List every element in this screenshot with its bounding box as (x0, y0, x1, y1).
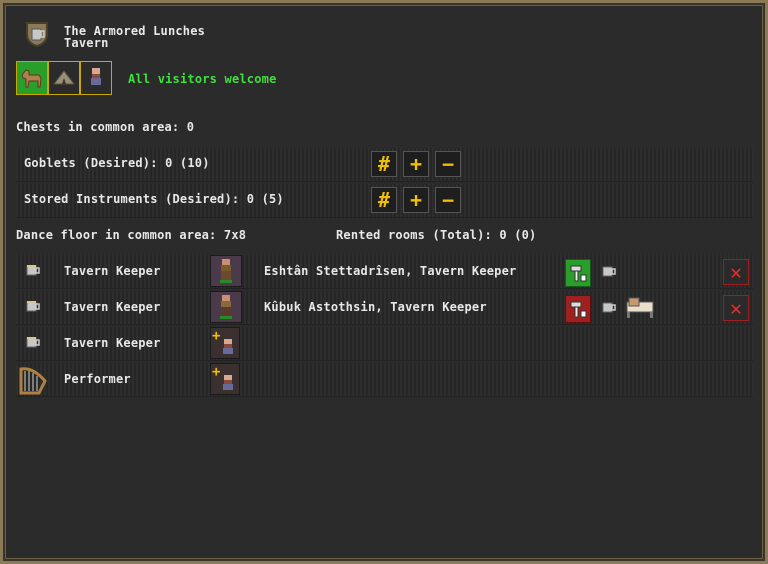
dwarf-icon (220, 338, 236, 359)
bed-icon (625, 294, 655, 323)
labor-disabled-hammer-icon[interactable] (565, 295, 591, 323)
position-role: Tavern Keeper (64, 300, 161, 314)
goblets-plus-button[interactable]: + (403, 151, 429, 177)
assignee-name: Eshtân Stettadrîsen, Tavern Keeper (264, 264, 517, 278)
visitors-animal-button[interactable] (16, 61, 48, 95)
position-role: Tavern Keeper (64, 336, 161, 350)
mug-icon (25, 298, 41, 317)
close-icon: ✕ (729, 260, 743, 284)
instruments-label: Stored Instruments (Desired): 0 (5) (24, 192, 284, 206)
goblets-minus-button[interactable]: − (435, 151, 461, 177)
mug-icon (25, 262, 41, 281)
tavern-panel: The Armored Lunches Tavern All visitors … (0, 0, 768, 564)
assign-dwarf-button[interactable]: + (210, 363, 240, 395)
assign-dwarf-button[interactable]: + (210, 327, 240, 359)
dwarf-icon (220, 374, 236, 395)
visitors-tent-button[interactable] (48, 61, 80, 95)
goblets-set-button[interactable]: # (371, 151, 397, 177)
labor-enabled-hammer-icon[interactable] (565, 259, 591, 287)
mug-icon (601, 299, 617, 318)
remove-assignment-button[interactable]: ✕ (723, 295, 749, 321)
mug-icon (601, 263, 617, 282)
chests-info: Chests in common area: 0 (16, 120, 195, 134)
horse-icon (19, 65, 45, 92)
instruments-plus-button[interactable]: + (403, 187, 429, 213)
mug-icon (25, 334, 41, 353)
dwarf-portrait-icon[interactable] (210, 255, 242, 287)
dwarf-icon (87, 66, 105, 91)
close-icon: ✕ (729, 296, 743, 320)
instruments-minus-button[interactable]: − (435, 187, 461, 213)
tavern-icon (23, 20, 51, 48)
dance-floor-info: Dance floor in common area: 7x8 (16, 228, 247, 242)
harp-icon (17, 365, 49, 398)
position-role: Tavern Keeper (64, 264, 161, 278)
tent-icon (52, 67, 76, 90)
tavern-type: Tavern (64, 36, 109, 50)
rented-rooms-info: Rented rooms (Total): 0 (0) (336, 228, 537, 242)
instruments-set-button[interactable]: # (371, 187, 397, 213)
visitor-status: All visitors welcome (128, 72, 277, 86)
remove-assignment-button[interactable]: ✕ (723, 259, 749, 285)
dwarf-portrait-icon[interactable] (210, 291, 242, 323)
assignee-name: Kûbuk Astothsin, Tavern Keeper (264, 300, 487, 314)
position-role: Performer (64, 372, 131, 386)
visitors-citizen-button[interactable] (80, 61, 112, 95)
goblets-label: Goblets (Desired): 0 (10) (24, 156, 210, 170)
